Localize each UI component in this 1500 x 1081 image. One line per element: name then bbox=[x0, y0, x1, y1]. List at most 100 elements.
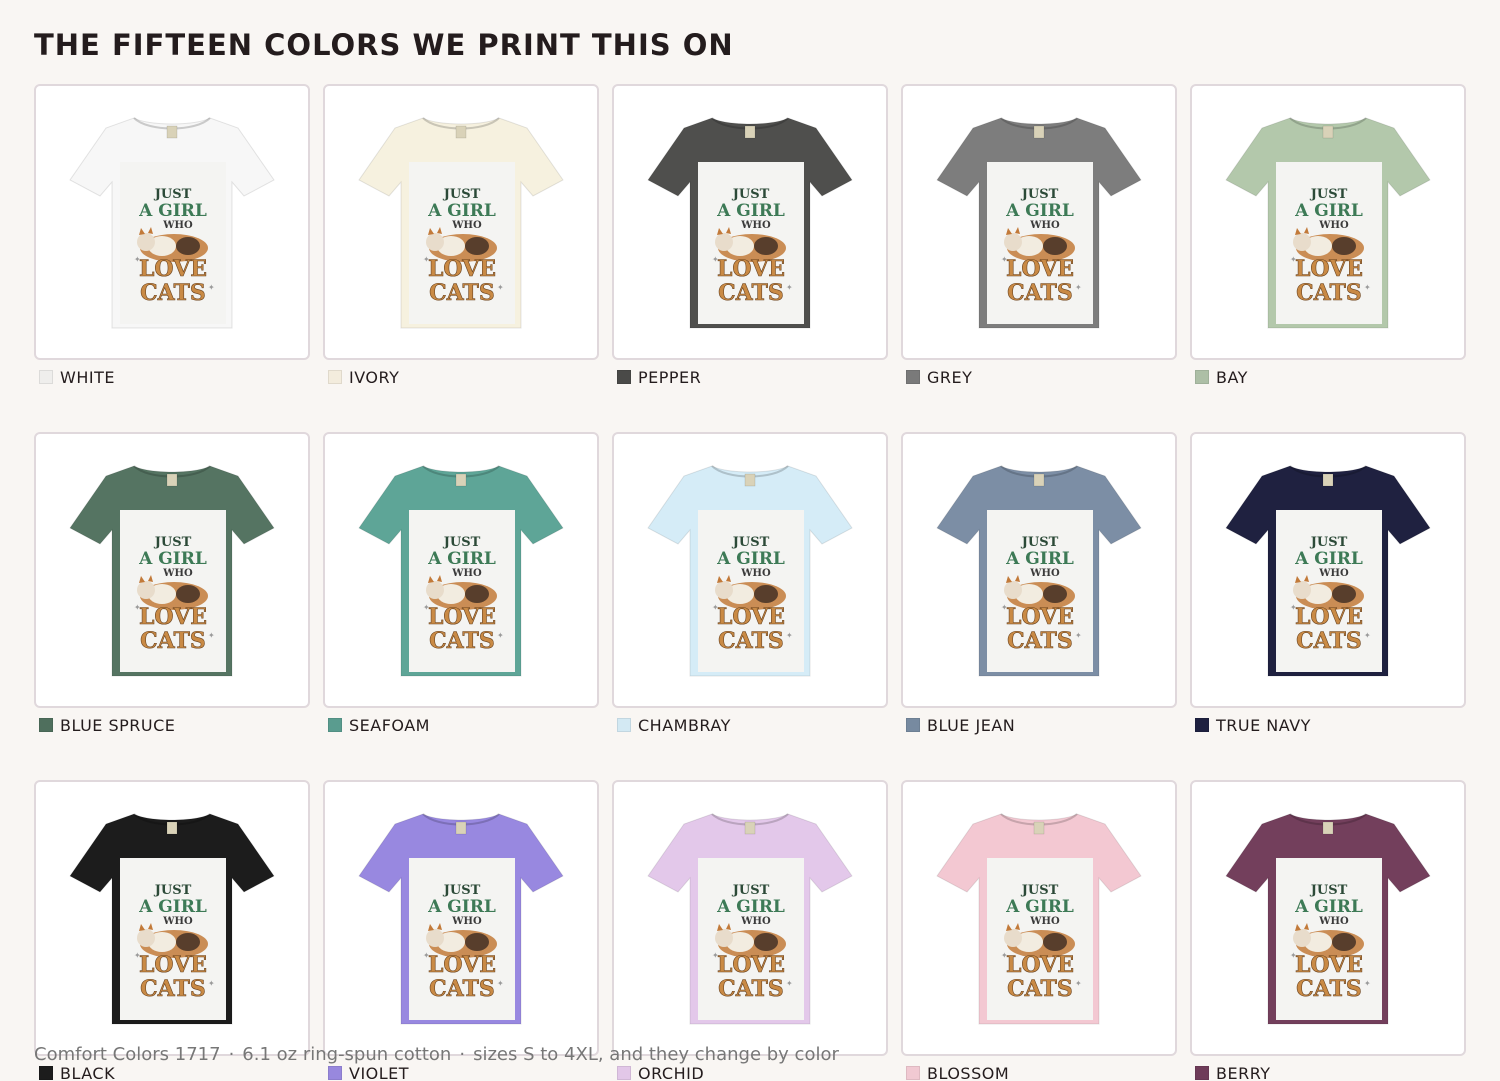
color-chip bbox=[617, 718, 631, 732]
design-line-who: WHO bbox=[1029, 568, 1060, 579]
svg-text:✦: ✦ bbox=[1075, 979, 1082, 988]
color-option-blossom[interactable]: JUST A GIRL WHO LOVE CATS ✦ ✦ BLOSSOM bbox=[901, 780, 1177, 1081]
design-line-who: WHO bbox=[1318, 568, 1349, 579]
color-name: CHAMBRAY bbox=[638, 715, 731, 735]
design-line-who: WHO bbox=[740, 916, 771, 927]
design-line-cats: CATS bbox=[429, 976, 495, 1002]
design-line-cats: CATS bbox=[140, 976, 206, 1002]
design-line-a-girl: A GIRL bbox=[716, 201, 785, 221]
svg-text:✦: ✦ bbox=[497, 283, 504, 292]
tshirt-preview[interactable]: JUST A GIRL WHO LOVE CATS ✦ ✦ bbox=[1190, 780, 1466, 1056]
color-chip bbox=[39, 370, 53, 384]
product-spec-footer: Comfort Colors 1717 · 6.1 oz ring-spun cot… bbox=[34, 1044, 839, 1065]
design-line-cats: CATS bbox=[140, 628, 206, 654]
tshirt-preview[interactable]: JUST A GIRL WHO LOVE CATS ✦ ✦ bbox=[34, 432, 310, 708]
fabric-weight: 6.1 oz ring-spun cotton bbox=[242, 1044, 452, 1065]
svg-text:✦: ✦ bbox=[712, 951, 719, 960]
tshirt-preview[interactable]: JUST A GIRL WHO LOVE CATS ✦ ✦ bbox=[323, 84, 599, 360]
cat-print-design: JUSTA GIRLWHOLOVECATS✦✦ bbox=[1290, 883, 1371, 1002]
color-option-bay[interactable]: JUST A GIRL WHO LOVE CATS ✦ ✦ BAY bbox=[1190, 84, 1466, 392]
design-line-who: WHO bbox=[162, 568, 193, 579]
color-option-chambray[interactable]: JUST A GIRL WHO LOVE CATS ✦ ✦ CHAMBRAY bbox=[612, 432, 888, 740]
design-line-just: JUST bbox=[1310, 187, 1348, 202]
print-area: JUST A GIRL WHO LOVE CATS ✦ ✦ bbox=[409, 858, 515, 1020]
color-option-black[interactable]: JUST A GIRL WHO LOVE CATS ✦ ✦ BLACK bbox=[34, 780, 310, 1081]
color-name: BERRY bbox=[1216, 1063, 1271, 1081]
color-option-orchid[interactable]: JUST A GIRL WHO LOVE CATS ✦ ✦ ORCHID bbox=[612, 780, 888, 1081]
color-label-row: SEAFOAM bbox=[323, 710, 599, 740]
design-line-cats: CATS bbox=[140, 280, 206, 306]
color-option-grey[interactable]: JUST A GIRL WHO LOVE CATS ✦ ✦ GREY bbox=[901, 84, 1177, 392]
print-area: JUST A GIRL WHO LOVE CATS ✦ ✦ bbox=[987, 162, 1093, 324]
tshirt-preview[interactable]: JUST A GIRL WHO LOVE CATS ✦ ✦ bbox=[1190, 84, 1466, 360]
color-chip bbox=[906, 1066, 920, 1080]
tshirt-preview[interactable]: JUST A GIRL WHO LOVE CATS ✦ ✦ bbox=[323, 432, 599, 708]
color-label-row: PEPPER bbox=[612, 362, 888, 392]
color-grid: JUST A GIRL WHO LOVE CATS ✦ ✦ WHITE JUST A GIRL WH… bbox=[34, 84, 1466, 1081]
color-name: VIOLET bbox=[349, 1063, 410, 1081]
color-option-violet[interactable]: JUST A GIRL WHO LOVE CATS ✦ ✦ VIOLET bbox=[323, 780, 599, 1081]
color-option-white[interactable]: JUST A GIRL WHO LOVE CATS ✦ ✦ WHITE bbox=[34, 84, 310, 392]
svg-text:✦: ✦ bbox=[208, 979, 215, 988]
color-option-blue-spruce[interactable]: JUST A GIRL WHO LOVE CATS ✦ ✦ BLUE SPRUCE bbox=[34, 432, 310, 740]
tshirt-preview[interactable]: JUST A GIRL WHO LOVE CATS ✦ ✦ bbox=[901, 780, 1177, 1056]
design-line-who: WHO bbox=[162, 220, 193, 231]
svg-text:✦: ✦ bbox=[712, 255, 719, 264]
tshirt-preview[interactable]: JUST A GIRL WHO LOVE CATS ✦ ✦ bbox=[612, 84, 888, 360]
design-line-love: LOVE bbox=[1295, 256, 1363, 282]
svg-text:✦: ✦ bbox=[497, 631, 504, 640]
design-line-who: WHO bbox=[451, 568, 482, 579]
tshirt-preview[interactable]: JUST A GIRL WHO LOVE CATS ✦ ✦ bbox=[901, 84, 1177, 360]
print-area: JUST A GIRL WHO LOVE CATS ✦ ✦ bbox=[409, 510, 515, 672]
cat-print-design: JUSTA GIRLWHOLOVECATS✦✦ bbox=[423, 187, 504, 306]
color-option-ivory[interactable]: JUST A GIRL WHO LOVE CATS ✦ ✦ IVORY bbox=[323, 84, 599, 392]
color-name: GREY bbox=[927, 367, 973, 387]
design-line-love: LOVE bbox=[139, 952, 207, 978]
color-label-row: GREY bbox=[901, 362, 1177, 392]
color-name: ORCHID bbox=[638, 1063, 705, 1081]
color-chip bbox=[906, 718, 920, 732]
design-line-just: JUST bbox=[154, 187, 192, 202]
svg-text:✦: ✦ bbox=[1075, 283, 1082, 292]
color-name: PEPPER bbox=[638, 367, 702, 387]
cat-print-design: JUSTA GIRLWHOLOVECATS✦✦ bbox=[712, 883, 793, 1002]
design-line-love: LOVE bbox=[428, 256, 496, 282]
color-option-pepper[interactable]: JUST A GIRL WHO LOVE CATS ✦ ✦ PEPPER bbox=[612, 84, 888, 392]
design-line-love: LOVE bbox=[428, 604, 496, 630]
color-label-row: TRUE NAVY bbox=[1190, 710, 1466, 740]
svg-text:✦: ✦ bbox=[1290, 603, 1297, 612]
tshirt-preview[interactable]: JUST A GIRL WHO LOVE CATS ✦ ✦ bbox=[34, 780, 310, 1056]
tshirt-preview[interactable]: JUST A GIRL WHO LOVE CATS ✦ ✦ bbox=[612, 432, 888, 708]
tshirt-preview[interactable]: JUST A GIRL WHO LOVE CATS ✦ ✦ bbox=[1190, 432, 1466, 708]
color-chip bbox=[328, 370, 342, 384]
color-option-berry[interactable]: JUST A GIRL WHO LOVE CATS ✦ ✦ BERRY bbox=[1190, 780, 1466, 1081]
color-name: BLACK bbox=[60, 1063, 116, 1081]
print-area: JUST A GIRL WHO LOVE CATS ✦ ✦ bbox=[120, 858, 226, 1020]
tshirt-preview[interactable]: JUST A GIRL WHO LOVE CATS ✦ ✦ bbox=[323, 780, 599, 1056]
svg-text:✦: ✦ bbox=[423, 951, 430, 960]
svg-text:✦: ✦ bbox=[1364, 283, 1371, 292]
cat-print-design: JUSTA GIRLWHOLOVECATS✦✦ bbox=[423, 535, 504, 654]
design-line-love: LOVE bbox=[139, 604, 207, 630]
tshirt-preview[interactable]: JUST A GIRL WHO LOVE CATS ✦ ✦ bbox=[34, 84, 310, 360]
design-line-cats: CATS bbox=[1007, 976, 1073, 1002]
color-label-row: BLUE JEAN bbox=[901, 710, 1177, 740]
tshirt-preview[interactable]: JUST A GIRL WHO LOVE CATS ✦ ✦ bbox=[612, 780, 888, 1056]
design-line-who: WHO bbox=[1029, 220, 1060, 231]
color-chip bbox=[1195, 1066, 1209, 1080]
design-line-a-girl: A GIRL bbox=[427, 201, 496, 221]
color-option-true-navy[interactable]: JUST A GIRL WHO LOVE CATS ✦ ✦ TRUE NAVY bbox=[1190, 432, 1466, 740]
color-option-seafoam[interactable]: JUST A GIRL WHO LOVE CATS ✦ ✦ SEAFOAM bbox=[323, 432, 599, 740]
design-line-love: LOVE bbox=[1006, 952, 1074, 978]
design-line-love: LOVE bbox=[1295, 604, 1363, 630]
color-option-blue-jean[interactable]: JUST A GIRL WHO LOVE CATS ✦ ✦ BLUE JEAN bbox=[901, 432, 1177, 740]
design-line-a-girl: A GIRL bbox=[138, 201, 207, 221]
design-line-who: WHO bbox=[451, 916, 482, 927]
page-title: THE FIFTEEN COLORS WE PRINT THIS ON bbox=[34, 28, 734, 62]
svg-text:✦: ✦ bbox=[423, 603, 430, 612]
design-line-a-girl: A GIRL bbox=[1005, 549, 1074, 569]
svg-text:✦: ✦ bbox=[134, 603, 141, 612]
tshirt-preview[interactable]: JUST A GIRL WHO LOVE CATS ✦ ✦ bbox=[901, 432, 1177, 708]
color-name: IVORY bbox=[349, 367, 400, 387]
design-line-cats: CATS bbox=[1007, 628, 1073, 654]
